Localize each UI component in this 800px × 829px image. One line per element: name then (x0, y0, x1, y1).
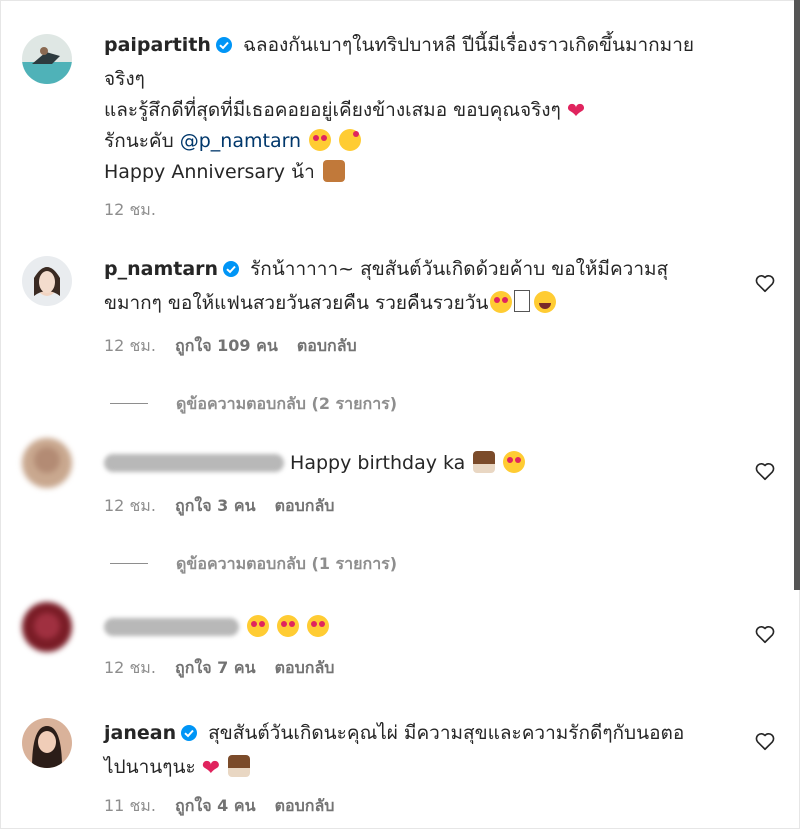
comment-body: janean สุขสันต์วันเกิดนะคุณไผ่ มีความสุข… (104, 718, 725, 783)
heart-outline-icon[interactable] (754, 272, 776, 294)
comment-meta: 12 ชม. ถูกใจ 3 คน ตอบกลับ (104, 494, 348, 519)
smiling-hearts-emoji-icon (490, 291, 513, 313)
red-heart-emoji-icon: ❤ (566, 99, 586, 124)
heart-eyes-emoji-icon (277, 615, 300, 637)
likes-count[interactable]: ถูกใจ 3 คน (175, 496, 255, 515)
timestamp[interactable]: 12 ชม. (104, 496, 156, 515)
heart-outline-icon[interactable] (754, 623, 776, 645)
timestamp[interactable]: 12 ชม. (104, 336, 156, 355)
avatar[interactable] (22, 602, 72, 652)
timestamp[interactable]: 12 ชม. (104, 200, 156, 219)
verified-badge-icon (215, 33, 233, 64)
heart-outline-icon[interactable] (754, 460, 776, 482)
divider-line (110, 403, 148, 404)
reply-button[interactable]: ตอบกลับ (275, 796, 335, 815)
comment-meta: 12 ชม. (104, 198, 170, 223)
comment-text: Happy birthday ka (290, 452, 466, 474)
likes-count[interactable]: ถูกใจ 109 คน (175, 336, 278, 355)
comment-body: Happy birthday ka (104, 448, 725, 479)
avatar[interactable] (22, 34, 72, 84)
red-heart-emoji-icon: ❤ (201, 756, 221, 781)
couple-emoji-icon (322, 160, 345, 182)
mention-link[interactable]: @p_namtarn (180, 130, 301, 152)
laughing-tears-emoji-icon (534, 291, 557, 313)
timestamp[interactable]: 11 ชม. (104, 796, 156, 815)
caption-line: ฉลองกันเบาๆในทริปบาหลี ปีนี้มีเรื่องราวเ… (242, 34, 695, 56)
missing-glyph-icon (514, 290, 531, 312)
blurred-username[interactable] (104, 618, 239, 636)
comment-text: ขมากๆ ขอให้แฟนสวยวันสวยคืน รวยคืนรวยวัน (104, 292, 489, 314)
username[interactable]: p_namtarn (104, 258, 218, 280)
caption-line: รักนะคับ (104, 130, 174, 152)
divider-line (110, 563, 148, 564)
heart-outline-icon[interactable] (754, 730, 776, 752)
username[interactable]: paipartith (104, 34, 211, 56)
comment-text: ไปนานๆนะ (104, 756, 196, 778)
caption-line: และรู้สึกดีที่สุดที่มีเธอคอยอยู่เคียงข้า… (104, 99, 561, 121)
comment-meta: 12 ชม. ถูกใจ 109 คน ตอบกลับ (104, 334, 371, 359)
comment-text: รักน้าาาาา~ สุขสันต์วันเกิดด้วยค้าบ ขอให… (250, 258, 669, 280)
scrollbar[interactable] (794, 0, 800, 590)
cake-emoji-icon (228, 755, 251, 777)
verified-badge-icon (180, 721, 198, 752)
caption-body: paipartith ฉลองกันเบาๆในทริปบาหลี ปีนี้ม… (104, 30, 725, 188)
avatar[interactable] (22, 438, 72, 488)
comment-meta: 11 ชม. ถูกใจ 4 คน ตอบกลับ (104, 794, 348, 819)
avatar[interactable] (22, 256, 72, 306)
view-replies-label: ดูข้อความตอบกลับ (1 รายการ) (176, 554, 398, 573)
comment-body (104, 612, 725, 643)
reply-button[interactable]: ตอบกลับ (275, 496, 335, 515)
heart-eyes-emoji-icon (247, 615, 270, 637)
username[interactable]: janean (104, 722, 176, 744)
likes-count[interactable]: ถูกใจ 7 คน (175, 658, 255, 677)
cake-emoji-icon (473, 451, 496, 473)
comment-text: สุขสันต์วันเกิดนะคุณไผ่ มีความสุขและความ… (208, 722, 685, 744)
verified-badge-icon (222, 257, 240, 288)
kiss-emoji-icon (339, 129, 362, 151)
caption-line: จริงๆ (104, 68, 145, 90)
reply-button[interactable]: ตอบกลับ (297, 336, 357, 355)
comment-body: p_namtarn รักน้าาาาา~ สุขสันต์วันเกิดด้ว… (104, 254, 725, 319)
view-replies-button[interactable]: ดูข้อความตอบกลับ (2 รายการ) (110, 392, 397, 417)
likes-count[interactable]: ถูกใจ 4 คน (175, 796, 255, 815)
timestamp[interactable]: 12 ชม. (104, 658, 156, 677)
reply-button[interactable]: ตอบกลับ (275, 658, 335, 677)
smiling-hearts-emoji-icon (503, 451, 526, 473)
heart-eyes-emoji-icon (307, 615, 330, 637)
caption-line: Happy Anniversary น้า (104, 161, 315, 183)
comment-meta: 12 ชม. ถูกใจ 7 คน ตอบกลับ (104, 656, 348, 681)
avatar[interactable] (22, 718, 72, 768)
view-replies-label: ดูข้อความตอบกลับ (2 รายการ) (176, 394, 398, 413)
blurred-username[interactable] (104, 454, 284, 472)
view-replies-button[interactable]: ดูข้อความตอบกลับ (1 รายการ) (110, 552, 397, 577)
smiling-hearts-emoji-icon (309, 129, 332, 151)
